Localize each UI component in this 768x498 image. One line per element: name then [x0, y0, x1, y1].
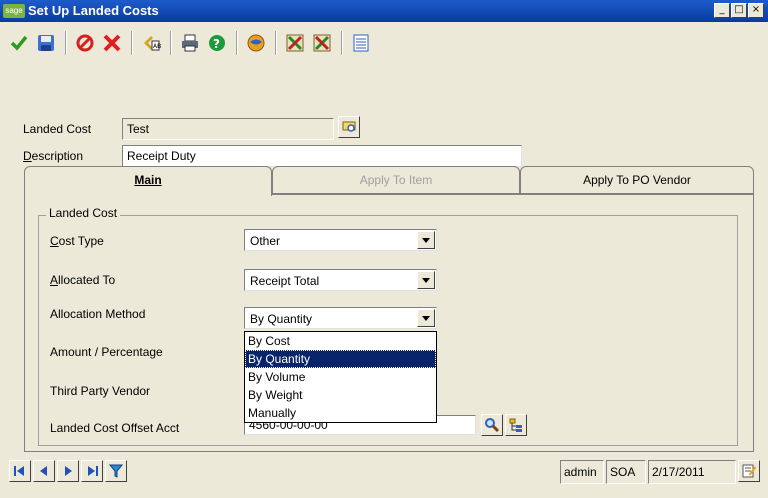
- magnifier-icon: [342, 121, 356, 132]
- search-icon: [485, 418, 500, 433]
- svg-text:?: ?: [213, 37, 220, 51]
- layout-button[interactable]: [348, 30, 374, 56]
- status-user: admin: [560, 460, 604, 484]
- filter-button[interactable]: [105, 460, 127, 482]
- dropdown-option-by-volume[interactable]: By Volume: [245, 368, 436, 386]
- close-button[interactable]: ×: [748, 3, 764, 18]
- minimize-button[interactable]: _: [714, 3, 730, 18]
- import-icon: [313, 34, 331, 52]
- cancel-button[interactable]: [72, 30, 98, 56]
- group-title: Landed Cost: [46, 206, 121, 220]
- status-date: 2/17/2011: [648, 460, 736, 484]
- web-button[interactable]: [243, 30, 269, 56]
- previous-icon: [40, 466, 47, 476]
- toolbar-separator: [236, 31, 238, 55]
- toolbar-separator: [341, 31, 343, 55]
- allocated-to-value: Receipt Total: [250, 274, 320, 288]
- offset-acct-tree-button[interactable]: [505, 414, 527, 436]
- third-party-vendor-label: Third Party Vendor: [50, 384, 151, 398]
- allocation-method-select[interactable]: By Quantity: [244, 307, 437, 329]
- toolbar-separator: [275, 31, 277, 55]
- print-button[interactable]: [177, 30, 203, 56]
- tree-icon: [509, 418, 522, 432]
- next-record-button[interactable]: [57, 460, 79, 482]
- allocated-to-select[interactable]: Receipt Total: [244, 269, 437, 291]
- cost-type-value: Other: [250, 234, 281, 248]
- dropdown-option-by-quantity[interactable]: By Quantity: [245, 350, 436, 368]
- export-button[interactable]: [282, 30, 308, 56]
- cost-type-select[interactable]: Other: [244, 229, 437, 251]
- allocation-method-value: By Quantity: [250, 312, 313, 326]
- offset-acct-lookup-button[interactable]: [481, 414, 503, 436]
- delete-button[interactable]: [99, 30, 125, 56]
- dropdown-arrow-icon[interactable]: [417, 271, 435, 289]
- import-button[interactable]: [309, 30, 335, 56]
- previous-record-button[interactable]: [33, 460, 55, 482]
- help-button[interactable]: ?: [204, 30, 230, 56]
- last-record-icon: [88, 466, 98, 476]
- delete-icon: [103, 34, 121, 52]
- export-icon: [286, 34, 304, 52]
- amount-percentage-label: Amount / Percentage: [50, 345, 163, 359]
- landed-cost-field[interactable]: Test: [122, 118, 334, 140]
- dropdown-option-by-weight[interactable]: By Weight: [245, 386, 436, 404]
- toolbar-separator: [131, 31, 133, 55]
- tab-apply-to-item[interactable]: Apply To Item: [272, 166, 520, 194]
- offset-acct-label: Landed Cost Offset Acct: [50, 421, 180, 435]
- dropdown-option-manually[interactable]: Manually: [245, 404, 436, 422]
- first-record-button[interactable]: [9, 460, 31, 482]
- check-icon: [10, 35, 28, 51]
- notepad-icon: [742, 464, 756, 478]
- cost-type-label: Cost Type: [50, 234, 104, 248]
- allocated-to-label: Allocated To: [50, 273, 116, 287]
- landed-cost-lookup-button[interactable]: [338, 116, 360, 138]
- window-title: Set Up Landed Costs: [28, 3, 159, 18]
- globe-icon: [247, 34, 265, 52]
- first-record-icon: [14, 466, 24, 476]
- maximize-button[interactable]: □: [731, 3, 747, 18]
- accept-button[interactable]: [6, 30, 32, 56]
- dropdown-arrow-icon[interactable]: [417, 309, 435, 327]
- cancel-icon: [76, 34, 94, 52]
- save-button[interactable]: [33, 30, 59, 56]
- svg-text:AB: AB: [153, 43, 161, 50]
- print-icon: [182, 34, 198, 52]
- tab-main-label: Main: [134, 173, 162, 187]
- layout-icon: [353, 34, 369, 52]
- toolbar: AB ?: [6, 26, 375, 60]
- allocation-method-dropdown-list[interactable]: By Cost By Quantity By Volume By Weight …: [244, 331, 437, 423]
- status-company: SOA: [606, 460, 646, 484]
- description-label: Description: [23, 149, 84, 163]
- toolbar-separator: [65, 31, 67, 55]
- rename-button[interactable]: AB: [138, 30, 164, 56]
- rename-icon: AB: [144, 36, 161, 51]
- allocation-method-label: Allocation Method: [50, 307, 146, 321]
- last-record-button[interactable]: [81, 460, 103, 482]
- save-icon: [38, 35, 54, 51]
- tab-main[interactable]: Main: [24, 166, 272, 196]
- title-bar: sage Set Up Landed Costs _ □ ×: [0, 0, 768, 22]
- landed-cost-label: Landed Cost: [23, 122, 92, 136]
- dropdown-option-by-cost[interactable]: By Cost: [245, 332, 436, 350]
- toolbar-separator: [170, 31, 172, 55]
- next-icon: [65, 466, 72, 476]
- dropdown-arrow-icon[interactable]: [417, 231, 435, 249]
- help-icon: ?: [209, 35, 225, 51]
- tab-apply-to-po-vendor[interactable]: Apply To PO Vendor: [520, 166, 754, 194]
- description-field[interactable]: Receipt Duty: [122, 145, 522, 167]
- notes-button[interactable]: [738, 460, 760, 482]
- sage-logo: sage: [3, 4, 25, 18]
- filter-icon: [109, 464, 123, 478]
